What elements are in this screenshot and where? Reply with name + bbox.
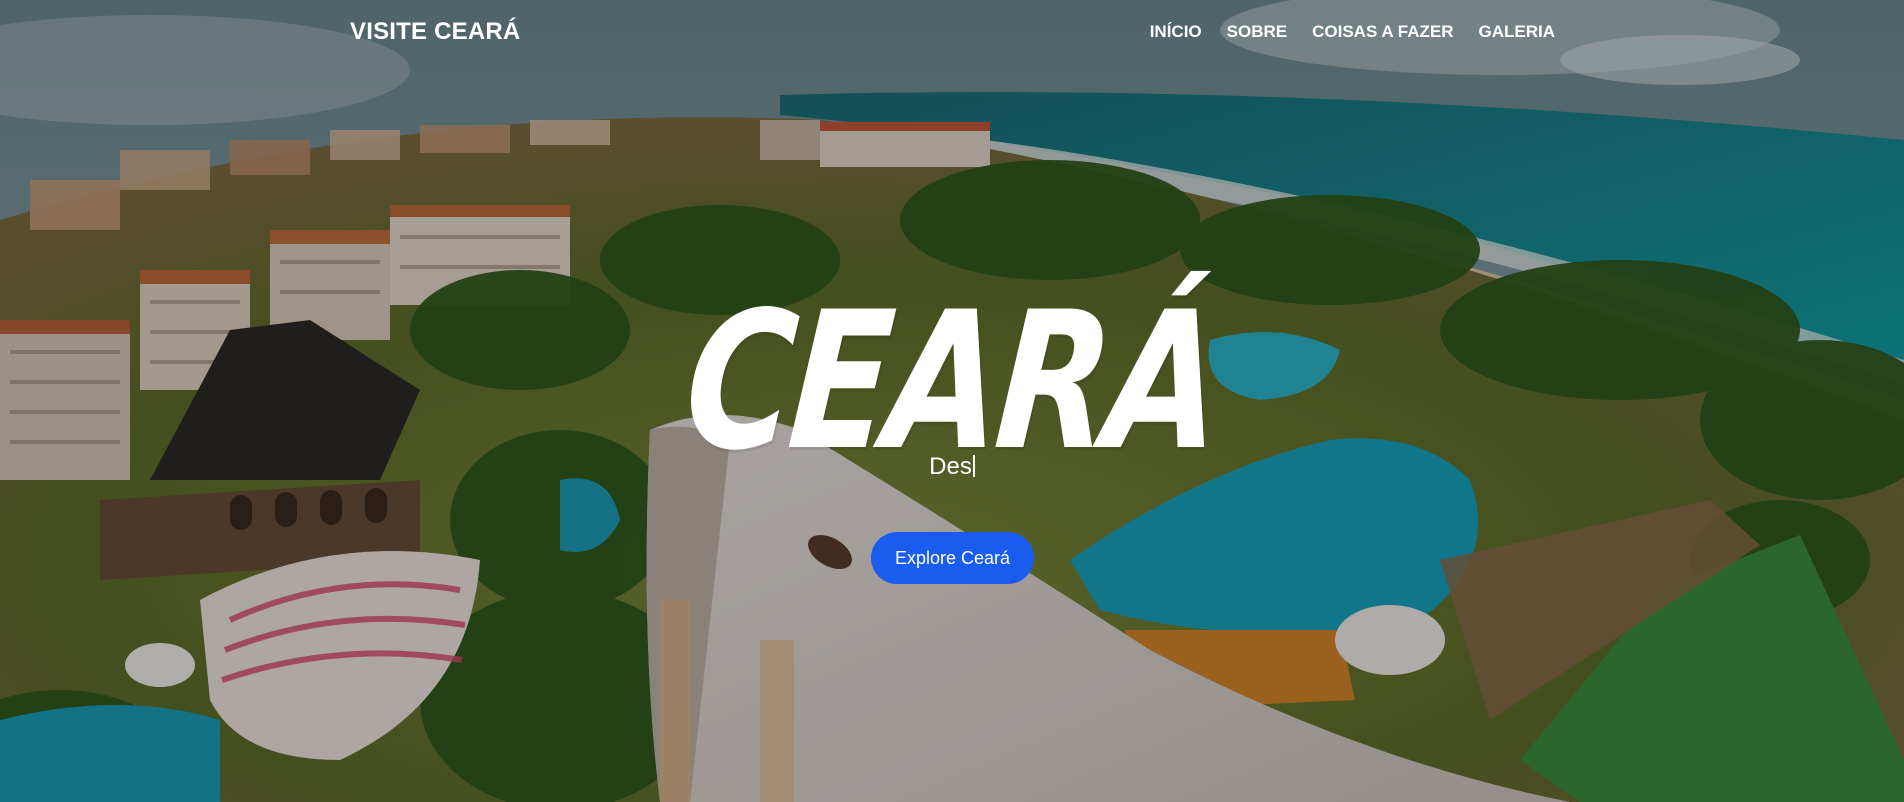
nav-item-coisas-a-fazer: COISAS A FAZER [1312, 22, 1453, 42]
nav-links: INÍCIO SOBRE COISAS A FAZER GALERIA [1150, 22, 1555, 42]
nav-item-sobre: SOBRE [1227, 22, 1287, 42]
typed-subtitle: Des [0, 453, 1904, 481]
nav-item-galeria: GALERIA [1479, 22, 1556, 42]
brand-logo-link[interactable]: VISITE CEARÁ [350, 18, 520, 46]
typed-subtitle-text: Des [929, 453, 972, 480]
hero-section: VISITE CEARÁ INÍCIO SOBRE COISAS A FAZER… [0, 0, 1904, 802]
nav-link-galeria[interactable]: GALERIA [1479, 22, 1556, 41]
typing-cursor [972, 455, 975, 477]
top-navbar: VISITE CEARÁ INÍCIO SOBRE COISAS A FAZER… [0, 0, 1904, 64]
nav-item-inicio: INÍCIO [1150, 22, 1202, 42]
hero-title: CEARÁ [677, 271, 1227, 493]
nav-link-sobre[interactable]: SOBRE [1227, 22, 1287, 41]
nav-link-coisas-a-fazer[interactable]: COISAS A FAZER [1312, 22, 1453, 41]
explore-ceara-button[interactable]: Explore Ceará [871, 532, 1034, 584]
nav-link-inicio[interactable]: INÍCIO [1150, 22, 1202, 41]
